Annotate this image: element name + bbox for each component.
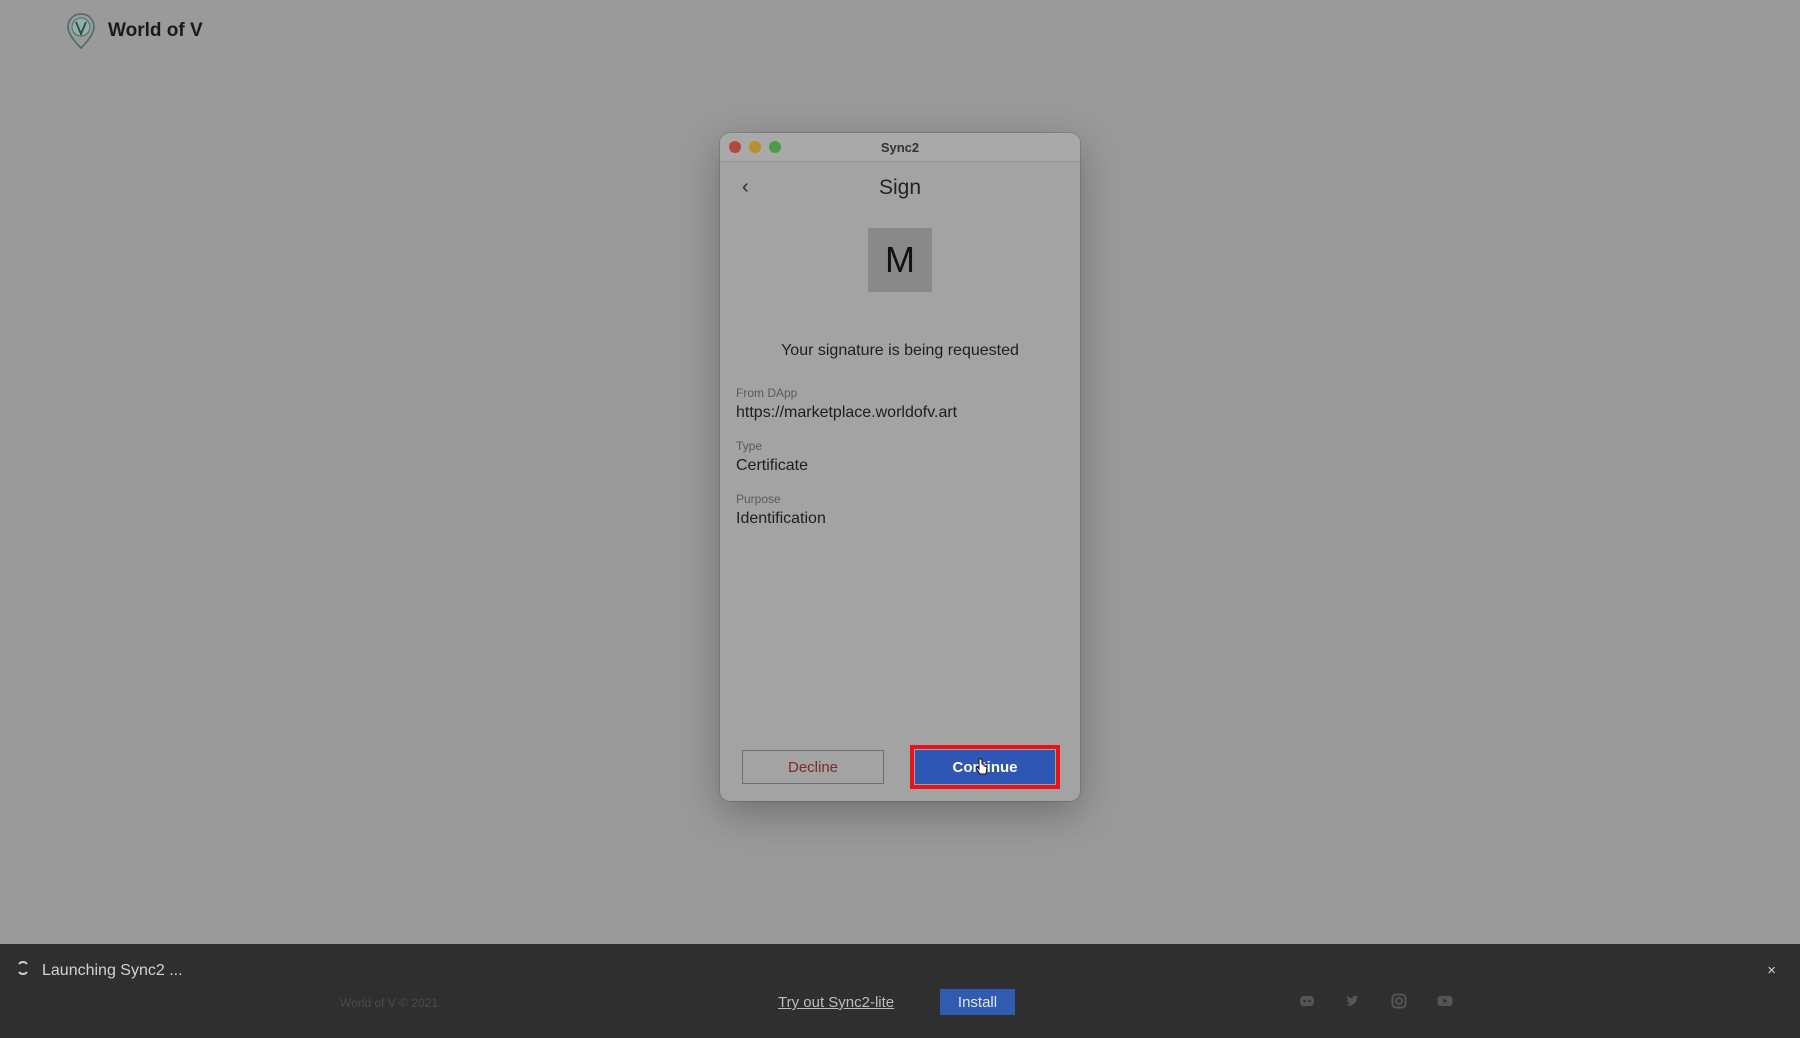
twitter-icon[interactable] — [1344, 992, 1362, 1010]
instagram-icon[interactable] — [1390, 992, 1408, 1010]
brand-name: World of V — [108, 20, 203, 41]
bottom-bar: Launching Sync2 ... × World of V © 2021 … — [0, 944, 1800, 1038]
spinner-icon — [16, 959, 30, 982]
launch-status: Launching Sync2 ... — [16, 959, 183, 982]
field-label: From DApp — [736, 386, 798, 400]
close-icon[interactable]: × — [1767, 962, 1776, 979]
field-label: Type — [736, 439, 763, 453]
social-links — [1298, 992, 1454, 1010]
field-value: Identification — [736, 510, 826, 527]
page-title: Sign — [878, 176, 922, 199]
pointer-cursor-icon — [975, 758, 989, 781]
install-button[interactable]: Install — [940, 989, 1015, 1015]
world-of-v-logo-icon — [66, 12, 96, 50]
discord-icon[interactable] — [1298, 992, 1316, 1010]
field-value: https://marketplace.worldofv.art — [736, 404, 958, 421]
field-label: Purpose — [736, 492, 781, 506]
decline-button[interactable]: Decline — [742, 750, 884, 784]
field-from-dapp: From DApp https://marketplace.worldofv.a… — [736, 386, 957, 422]
field-type: Type Certificate — [736, 439, 808, 475]
copyright-text: World of V © 2021 — [340, 996, 439, 1010]
avatar: M — [868, 228, 932, 292]
window-title: Sync2 — [880, 140, 920, 155]
launching-text: Launching Sync2 ... — [42, 961, 183, 979]
sign-panel: ‹ Sign M Your signature is being request… — [720, 162, 1080, 801]
youtube-icon[interactable] — [1436, 992, 1454, 1010]
window-titlebar: Sync2 — [720, 133, 1080, 162]
sync2-window: Sync2 ‹ Sign M Your signature is being r… — [720, 133, 1080, 801]
brand[interactable]: World of V — [66, 12, 203, 50]
try-sync2-lite-link[interactable]: Try out Sync2-lite — [778, 994, 894, 1011]
field-purpose: Purpose Identification — [736, 492, 826, 528]
field-value: Certificate — [736, 457, 809, 474]
request-message: Your signature is being requested — [781, 342, 1019, 359]
